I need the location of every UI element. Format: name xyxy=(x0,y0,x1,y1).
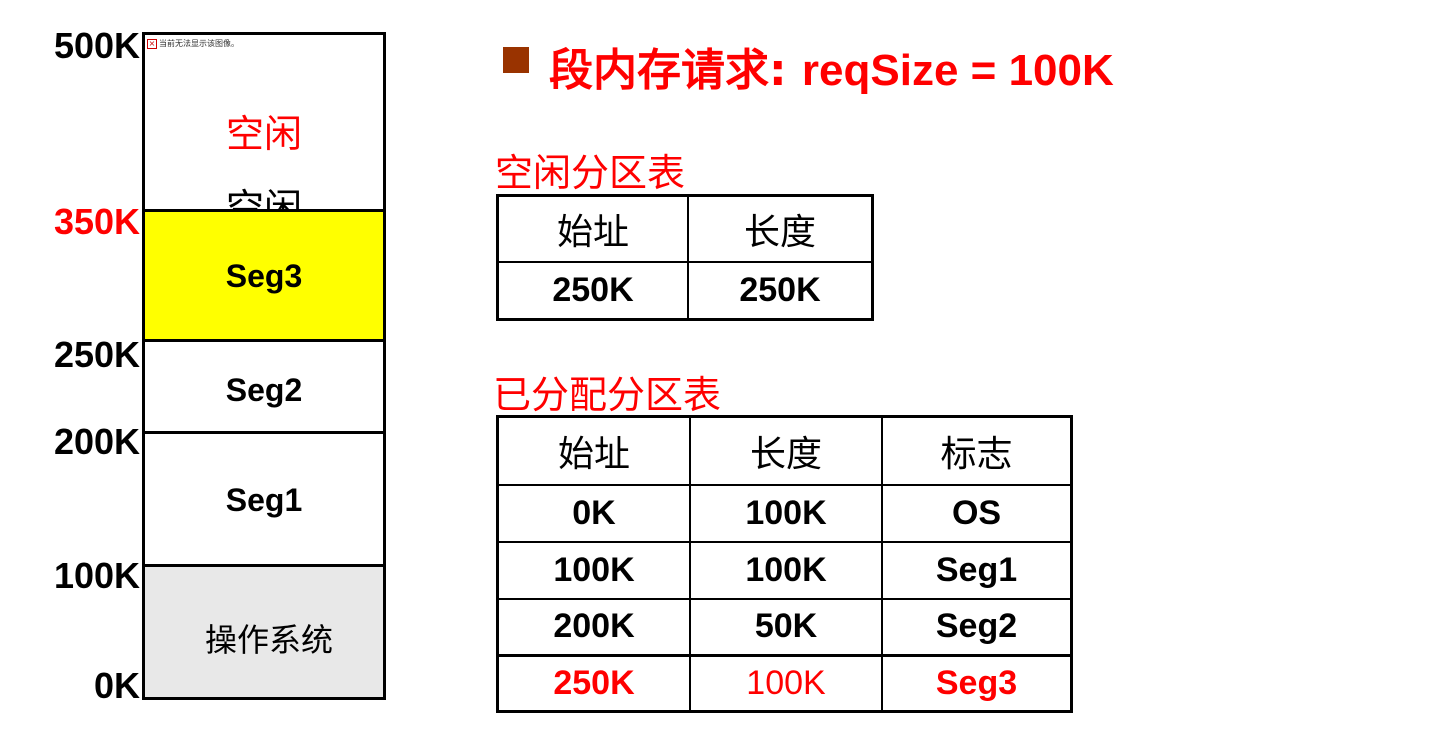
cell-length: 50K xyxy=(689,597,883,657)
table-row: 200K 50K Seg2 xyxy=(496,597,1073,657)
allocated-partition-table: 始址 长度 标志 0K 100K OS 100K 100K Seg1 200K … xyxy=(496,415,1073,713)
block-free-label-old: 空闲 xyxy=(225,186,302,211)
title-cjk: 段内存请求: xyxy=(549,45,802,96)
free-table-caption: 空闲分区表 xyxy=(495,151,686,195)
cell-flag: Seg3 xyxy=(881,654,1073,713)
cell-start: 0K xyxy=(496,483,691,543)
table-header-row: 始址 长度 标志 xyxy=(496,415,1073,486)
alloc-table-caption: 已分配分区表 xyxy=(493,373,722,417)
table-row: 100K 100K Seg1 xyxy=(496,540,1073,600)
table-row-new: 250K 100K Seg3 xyxy=(496,654,1073,713)
block-free: 空闲 空闲 xyxy=(145,35,383,211)
block-seg3: Seg3 xyxy=(145,209,383,342)
address-250k: 250K xyxy=(53,334,140,375)
address-500k: 500K xyxy=(53,25,140,66)
header-flag: 标志 xyxy=(881,415,1073,486)
cell-start: 250K xyxy=(496,654,691,713)
cell-flag: OS xyxy=(881,483,1073,543)
header-length: 长度 xyxy=(689,415,883,486)
cell-flag: Seg1 xyxy=(881,540,1073,600)
table-row: 250K 250K xyxy=(496,260,874,321)
header-start: 始址 xyxy=(496,194,689,263)
table-header-row: 始址 长度 xyxy=(496,194,874,263)
cell-length: 100K xyxy=(689,483,883,543)
header-length: 长度 xyxy=(687,194,874,263)
block-seg2: Seg2 xyxy=(145,342,383,434)
block-seg1-label: Seg1 xyxy=(225,482,303,518)
cell-start: 100K xyxy=(496,540,691,600)
broken-image-text: 当前无法显示该图像。 xyxy=(159,39,239,48)
title-bullet xyxy=(503,47,529,73)
address-100k: 100K xyxy=(53,555,140,596)
header-start: 始址 xyxy=(496,415,691,486)
address-350k: 350K xyxy=(53,201,140,242)
block-os: 操作系统 xyxy=(145,567,383,697)
address-0k: 0K xyxy=(93,665,140,706)
broken-image-icon: × xyxy=(147,38,157,49)
block-seg1: Seg1 xyxy=(145,434,383,567)
block-free-label: 空闲 xyxy=(225,112,302,156)
cell-length: 250K xyxy=(687,260,874,321)
free-partition-table: 始址 长度 250K 250K xyxy=(496,194,874,321)
block-os-label: 操作系统 xyxy=(204,621,333,659)
block-seg2-label: Seg2 xyxy=(225,372,303,408)
cell-flag: Seg2 xyxy=(881,597,1073,657)
memory-column: 空闲 空闲 Seg3 Seg2 Seg1 操作系统 xyxy=(142,32,386,700)
address-200k: 200K xyxy=(53,421,140,462)
cell-length: 100K xyxy=(689,540,883,600)
block-seg3-label: Seg3 xyxy=(225,258,303,294)
cell-length: 100K xyxy=(689,654,883,713)
title-en: reqSize = 100K xyxy=(801,46,1114,95)
table-row: 0K 100K OS xyxy=(496,483,1073,543)
broken-image-placeholder: × 当前无法显示该图像。 xyxy=(147,38,239,49)
slide-title: 段内存请求: reqSize = 100K xyxy=(549,34,1114,98)
cell-start: 250K xyxy=(496,260,689,321)
cell-start: 200K xyxy=(496,597,691,657)
